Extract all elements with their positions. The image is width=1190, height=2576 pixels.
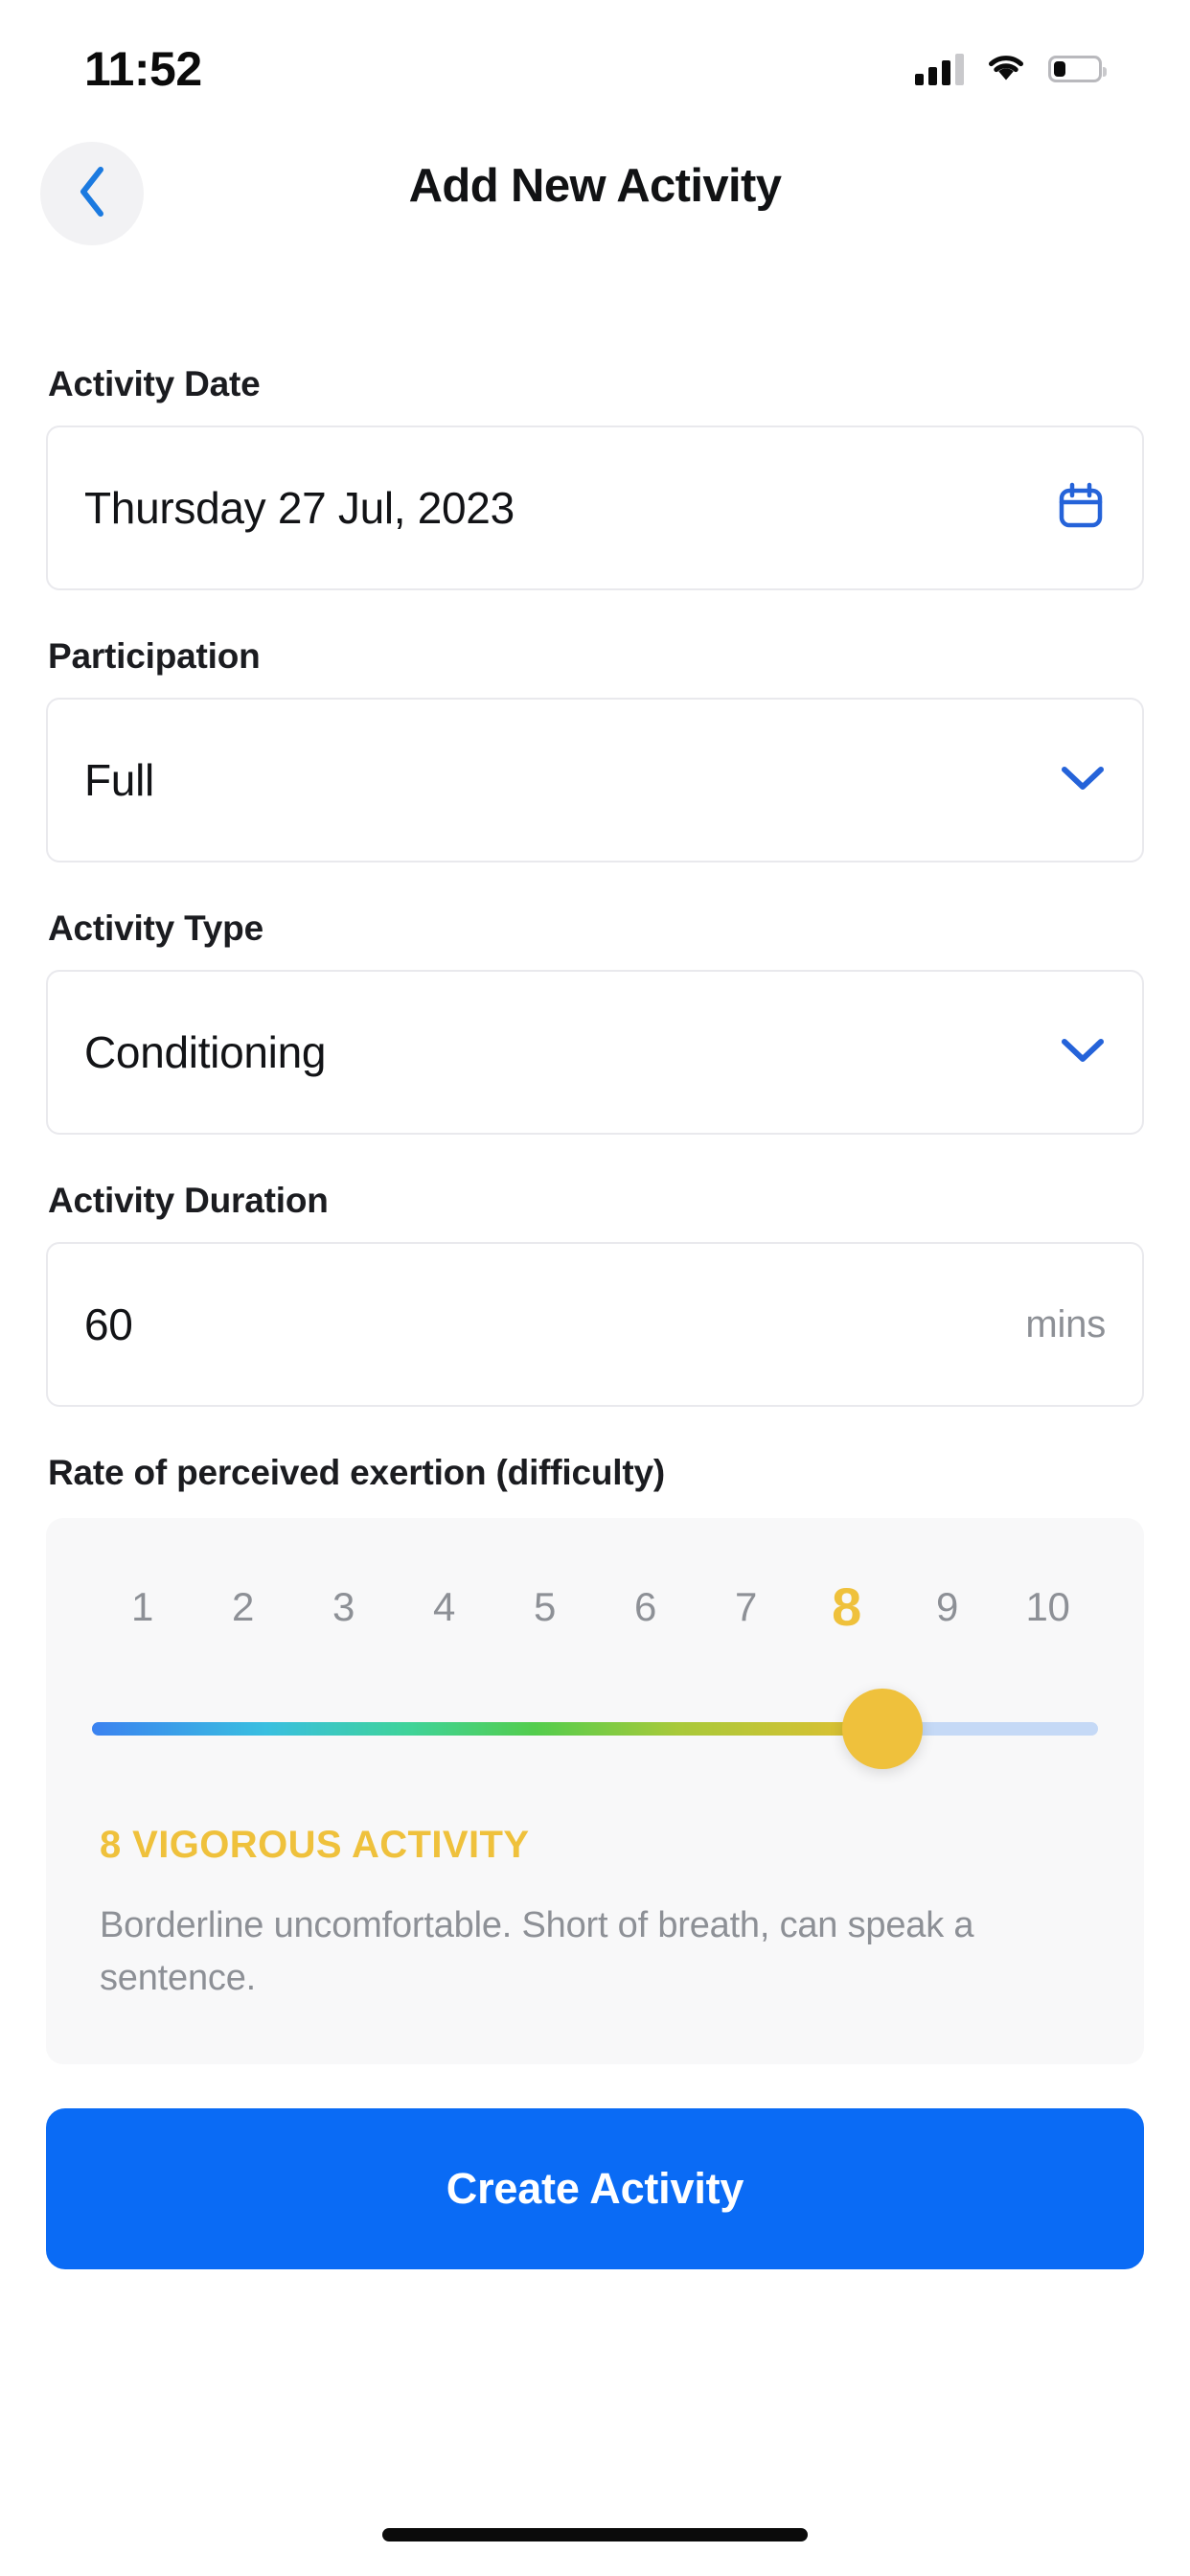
rpe-number-5[interactable]: 5 bbox=[494, 1584, 595, 1630]
calendar-icon[interactable] bbox=[1056, 481, 1106, 536]
rpe-number-7[interactable]: 7 bbox=[696, 1584, 796, 1630]
battery-low-icon bbox=[1048, 56, 1107, 82]
field-participation: Participation Full bbox=[0, 636, 1190, 862]
activity-duration-value: 60 bbox=[84, 1300, 133, 1349]
chevron-down-icon[interactable] bbox=[1060, 1036, 1106, 1070]
cellular-signal-icon bbox=[915, 53, 964, 85]
status-indicators bbox=[915, 52, 1107, 87]
rpe-number-10[interactable]: 10 bbox=[997, 1584, 1098, 1630]
rpe-slider-thumb[interactable] bbox=[841, 1689, 923, 1769]
activity-form: Activity Date Thursday 27 Jul, 2023 Part… bbox=[0, 364, 1190, 2270]
activity-type-value: Conditioning bbox=[84, 1027, 327, 1077]
activity-date-label: Activity Date bbox=[48, 364, 261, 403]
rpe-number-4[interactable]: 4 bbox=[394, 1584, 494, 1630]
rpe-number-3[interactable]: 3 bbox=[293, 1584, 394, 1630]
activity-duration-input[interactable]: 60 mins bbox=[46, 1242, 1144, 1407]
participation-select[interactable]: Full bbox=[46, 698, 1144, 862]
field-activity-date: Activity Date Thursday 27 Jul, 2023 bbox=[0, 364, 1190, 590]
rpe-scale: 1 2 3 4 5 6 7 8 9 10 bbox=[79, 1576, 1111, 1638]
page-header: Add New Activity bbox=[0, 142, 1190, 247]
rpe-heading: Rate of perceived exertion (difficulty) bbox=[48, 1453, 665, 1492]
cta-container: Create Activity bbox=[0, 2064, 1190, 2270]
status-time: 11:52 bbox=[84, 42, 202, 96]
activity-duration-label: Activity Duration bbox=[48, 1181, 329, 1220]
rpe-level-title: 8 VIGOROUS ACTIVITY bbox=[100, 1824, 530, 1866]
activity-duration-unit: mins bbox=[1025, 1302, 1106, 1346]
page-title: Add New Activity bbox=[408, 160, 782, 212]
rpe-card: 1 2 3 4 5 6 7 8 9 10 8 VIGOROUS ACTIVITY bbox=[46, 1518, 1144, 2065]
add-new-activity-screen: 11:52 Add New Activity Activity Date Thu… bbox=[0, 0, 1190, 2576]
participation-value: Full bbox=[84, 755, 154, 805]
status-bar: 11:52 bbox=[0, 0, 1190, 125]
rpe-slider[interactable] bbox=[79, 1688, 1111, 1770]
wifi-icon bbox=[985, 52, 1027, 87]
activity-date-value: Thursday 27 Jul, 2023 bbox=[84, 483, 515, 533]
rpe-number-1[interactable]: 1 bbox=[92, 1584, 193, 1630]
rpe-number-2[interactable]: 2 bbox=[193, 1584, 293, 1630]
rpe-number-6[interactable]: 6 bbox=[595, 1584, 696, 1630]
activity-date-input[interactable]: Thursday 27 Jul, 2023 bbox=[46, 426, 1144, 590]
rpe-number-8[interactable]: 8 bbox=[796, 1576, 897, 1638]
chevron-down-icon[interactable] bbox=[1060, 764, 1106, 797]
activity-type-select[interactable]: Conditioning bbox=[46, 970, 1144, 1135]
home-indicator[interactable] bbox=[382, 2528, 808, 2542]
rpe-slider-filled bbox=[92, 1722, 882, 1736]
participation-label: Participation bbox=[48, 636, 261, 676]
rpe-section: Rate of perceived exertion (difficulty) … bbox=[0, 1453, 1190, 2065]
activity-type-label: Activity Type bbox=[48, 908, 263, 948]
rpe-number-9[interactable]: 9 bbox=[897, 1584, 997, 1630]
field-activity-type: Activity Type Conditioning bbox=[0, 908, 1190, 1135]
create-activity-button[interactable]: Create Activity bbox=[46, 2108, 1144, 2270]
field-activity-duration: Activity Duration 60 mins bbox=[0, 1181, 1190, 1407]
rpe-level-description: Borderline uncomfortable. Short of breat… bbox=[100, 1905, 974, 1999]
